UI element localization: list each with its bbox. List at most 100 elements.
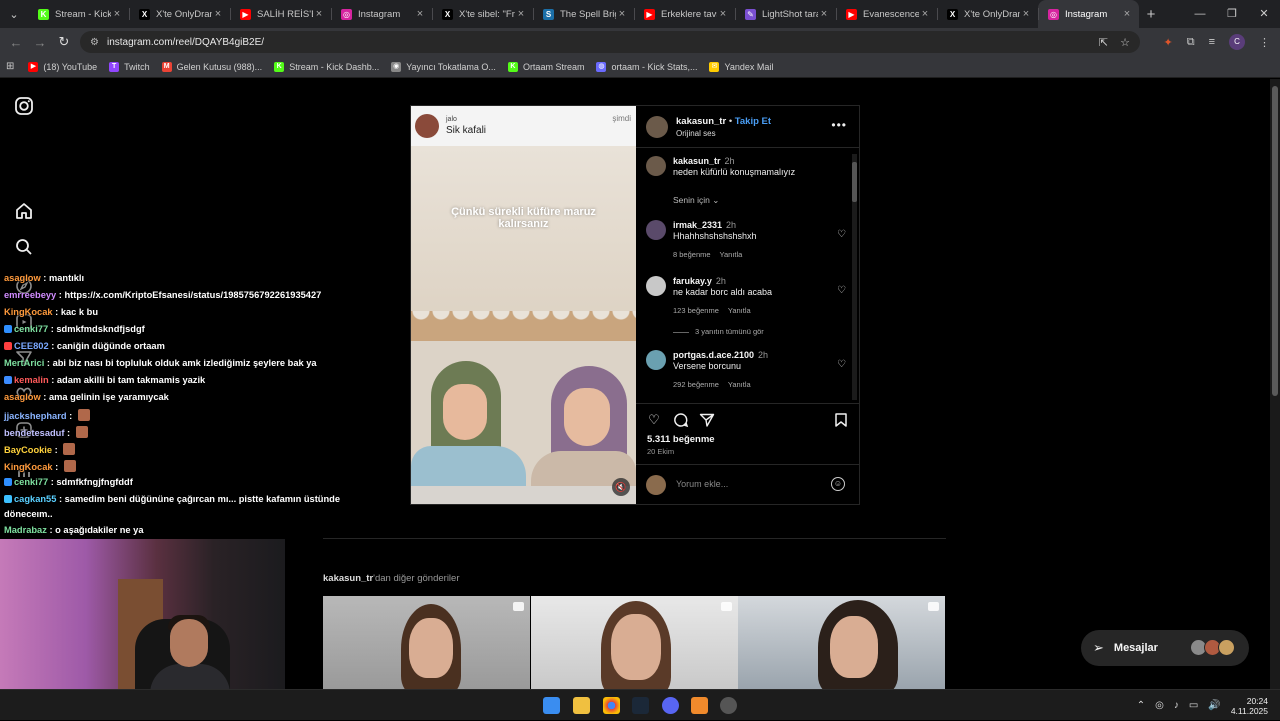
bookmark-item[interactable]: ✉ Yandex Mail: [709, 61, 773, 72]
more-post-thumbnail[interactable]: [738, 596, 945, 689]
more-posts-owner[interactable]: kakasun_tr: [323, 573, 373, 584]
new-tab-button[interactable]: +: [1139, 6, 1163, 23]
mute-toggle-icon[interactable]: 🔇: [612, 478, 630, 496]
network-icon[interactable]: ◎: [1155, 700, 1164, 711]
forward-button[interactable]: →: [28, 35, 52, 50]
menu-icon[interactable]: ⋮: [1259, 36, 1270, 49]
chat-username[interactable]: cagkan55: [14, 494, 56, 504]
chat-username[interactable]: kemalin: [14, 375, 49, 385]
browser-tab[interactable]: ✎ LightShot tarafı×: [735, 0, 836, 28]
comments-scroll-thumb[interactable]: [852, 162, 857, 202]
comment-likes[interactable]: 8 beğenme: [673, 250, 711, 259]
view-replies-button[interactable]: 3 yanıtın tümünü gör: [673, 327, 764, 336]
search-icon[interactable]: [14, 237, 34, 257]
chat-username[interactable]: cenki77: [14, 324, 48, 334]
browser-tab[interactable]: ▶ Erkeklere tavsi×: [634, 0, 735, 28]
chat-username[interactable]: asaglow: [4, 392, 41, 402]
microphone-icon[interactable]: ♪: [1174, 700, 1179, 711]
chat-username[interactable]: jjackshephard: [4, 411, 67, 421]
reel-video[interactable]: jalo Sik kafali şimdi Çünkü sürekli küfü…: [411, 106, 636, 504]
comment-input[interactable]: Yorum ekle...: [676, 479, 728, 489]
page-scroll-thumb[interactable]: [1272, 86, 1278, 396]
browser-tab[interactable]: X X'te OnlyDram ×: [937, 0, 1038, 28]
browser-tab[interactable]: ◎ Instagram ×: [331, 0, 432, 28]
comment-username[interactable]: farukay.y: [673, 276, 712, 286]
bookmark-item[interactable]: T Twitch: [109, 61, 150, 72]
browser-tab[interactable]: S The Spell Briga×: [533, 0, 634, 28]
browser-tab[interactable]: X X'te sibel: "Fra ×: [432, 0, 533, 28]
chat-username[interactable]: cenki77: [14, 477, 48, 487]
clock[interactable]: 20:24 4.11.2025: [1231, 696, 1268, 716]
file-explorer-icon[interactable]: [573, 697, 590, 714]
tab-close-icon[interactable]: ×: [1020, 8, 1032, 20]
start-windows-icon[interactable]: [543, 697, 560, 714]
steam-icon[interactable]: [632, 697, 649, 714]
bookmark-item[interactable]: K Stream - Kick Dashb...: [274, 61, 379, 72]
site-info-icon[interactable]: ⚙: [90, 37, 99, 48]
address-bar[interactable]: ⚙ instagram.com/reel/DQAYB4giB2E/ ⇱ ☆: [80, 31, 1140, 53]
chat-username[interactable]: asaglow: [4, 273, 41, 283]
browser-tab[interactable]: X X'te OnlyDram ×: [129, 0, 230, 28]
comment-avatar[interactable]: [646, 276, 666, 296]
instagram-logo-icon[interactable]: [14, 96, 34, 116]
address-url[interactable]: instagram.com/reel/DQAYB4giB2E/: [107, 37, 1087, 48]
back-button[interactable]: ←: [4, 35, 28, 50]
browser-tab[interactable]: ◎ Instagram ×: [1038, 0, 1139, 28]
comments-scrollbar[interactable]: [852, 154, 857, 400]
settings-app-icon[interactable]: [720, 697, 737, 714]
app-icon[interactable]: [691, 697, 708, 714]
browser-tab[interactable]: ▶ SALİH REİS'E N×: [230, 0, 331, 28]
author-username[interactable]: kakasun_tr: [676, 116, 726, 127]
comment-like-icon[interactable]: ♡: [837, 285, 846, 296]
save-icon[interactable]: [833, 412, 849, 428]
comment-avatar[interactable]: [646, 350, 666, 370]
author-avatar[interactable]: [646, 116, 668, 138]
tray-expand-icon[interactable]: ⌃: [1137, 700, 1145, 711]
comment-like-icon[interactable]: ♡: [837, 359, 846, 370]
bookmark-item[interactable]: ◍ ortaam - Kick Stats,...: [596, 61, 697, 72]
minimize-icon[interactable]: —: [1184, 0, 1216, 28]
comment-likes[interactable]: 123 beğenme: [673, 306, 719, 315]
close-window-icon[interactable]: ✕: [1248, 0, 1280, 28]
display-icon[interactable]: ▭: [1189, 700, 1198, 711]
extensions-puzzle-icon[interactable]: ⧉: [1187, 36, 1195, 49]
share-icon[interactable]: [699, 412, 715, 428]
bookmark-star-icon[interactable]: ☆: [1120, 36, 1130, 49]
reply-button[interactable]: Yanıtla: [720, 250, 743, 259]
bookmark-item[interactable]: M Gelen Kutusu (988)...: [161, 61, 262, 72]
chat-username[interactable]: CEE802: [14, 341, 49, 351]
tab-close-icon[interactable]: ×: [717, 8, 729, 20]
like-count[interactable]: 5.311 beğenme: [647, 434, 715, 445]
maximize-icon[interactable]: ❐: [1216, 0, 1248, 28]
caption-avatar[interactable]: [646, 156, 666, 176]
tab-close-icon[interactable]: ×: [616, 8, 628, 20]
tab-close-icon[interactable]: ×: [1121, 8, 1133, 20]
reply-button[interactable]: Yanıtla: [728, 380, 751, 389]
tab-search-icon[interactable]: ⌄: [0, 8, 28, 21]
emoji-icon[interactable]: ☺: [831, 477, 845, 491]
audio-label[interactable]: Orijinal ses: [676, 129, 716, 138]
discord-icon[interactable]: [662, 697, 679, 714]
chat-username[interactable]: emrreebeyy: [4, 290, 56, 300]
more-post-thumbnail[interactable]: [531, 596, 738, 689]
tab-close-icon[interactable]: ×: [414, 8, 426, 20]
chat-username[interactable]: MertArici: [4, 358, 44, 368]
home-icon[interactable]: [14, 201, 34, 221]
comment-username[interactable]: irmak_2331: [673, 220, 722, 230]
caption-username[interactable]: kakasun_tr: [673, 156, 721, 166]
bookmark-item[interactable]: K Ortaam Stream: [507, 61, 584, 72]
tab-close-icon[interactable]: ×: [919, 8, 931, 20]
comment-username[interactable]: portgas.d.ace.2100: [673, 350, 754, 360]
like-icon[interactable]: ♡: [646, 412, 662, 428]
bookmark-item[interactable]: ◉ Yayıncı Tokatlama O...: [391, 61, 496, 72]
install-app-icon[interactable]: ⇱: [1099, 36, 1108, 49]
bookmark-item[interactable]: ▶ (18) YouTube: [28, 61, 97, 72]
chat-username[interactable]: bendetesaduf: [4, 428, 64, 438]
chat-username[interactable]: BayCookie: [4, 445, 52, 455]
comment-likes[interactable]: 292 beğenme: [673, 380, 719, 389]
tab-close-icon[interactable]: ×: [313, 8, 325, 20]
comment-icon[interactable]: [673, 412, 689, 428]
tab-close-icon[interactable]: ×: [212, 8, 224, 20]
more-post-thumbnail[interactable]: [323, 596, 530, 689]
tab-close-icon[interactable]: ×: [818, 8, 830, 20]
